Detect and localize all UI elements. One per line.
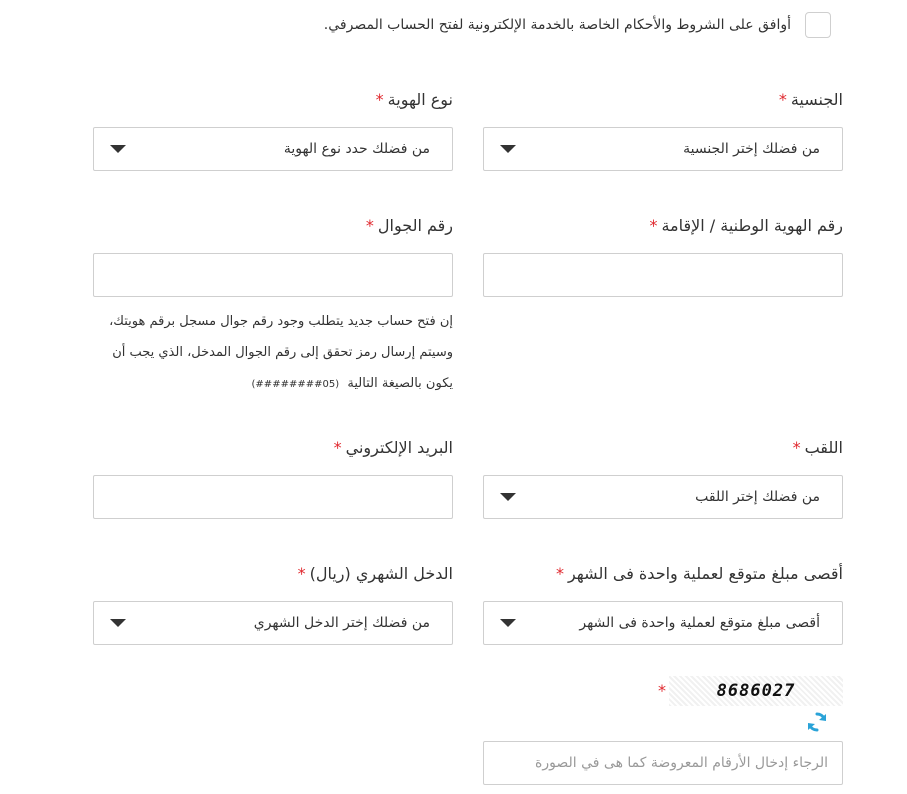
monthly-income-select[interactable]: من فضلك إختر الدخل الشهري <box>93 601 453 645</box>
chevron-down-icon <box>500 145 516 153</box>
nationality-label: الجنسية* <box>778 90 843 109</box>
title-label: اللقب* <box>792 438 843 457</box>
id-type-label: نوع الهوية* <box>375 90 453 109</box>
required-mark: * <box>375 90 384 109</box>
mobile-input[interactable] <box>93 253 453 297</box>
title-select-value: من فضلك إختر اللقب <box>695 489 820 505</box>
national-id-label: رقم الهوية الوطنية / الإقامة* <box>649 216 843 235</box>
chevron-down-icon <box>110 619 126 627</box>
required-mark: * <box>297 564 306 583</box>
max-transaction-select-value: أقصى مبلغ متوقع لعملية واحدة فى الشهر <box>579 615 820 631</box>
captcha-input[interactable]: الرجاء إدخال الأرقام المعروضة كما هى في … <box>483 741 843 785</box>
captcha-input-placeholder: الرجاء إدخال الأرقام المعروضة كما هى في … <box>535 755 828 771</box>
chevron-down-icon <box>110 145 126 153</box>
id-type-select[interactable]: من فضلك حدد نوع الهوية <box>93 127 453 171</box>
required-mark: * <box>792 438 801 457</box>
max-transaction-label: أقصى مبلغ متوقع لعملية واحدة فى الشهر* <box>555 564 843 583</box>
monthly-income-select-value: من فضلك إختر الدخل الشهري <box>253 615 430 631</box>
refresh-icon[interactable] <box>805 710 829 734</box>
monthly-income-label: الدخل الشهري (ريال)* <box>297 564 453 583</box>
title-select[interactable]: من فضلك إختر اللقب <box>483 475 843 519</box>
required-mark: * <box>555 564 564 583</box>
email-input[interactable] <box>93 475 453 519</box>
required-mark: * <box>658 681 666 700</box>
chevron-down-icon <box>500 619 516 627</box>
national-id-input[interactable] <box>483 253 843 297</box>
nationality-select[interactable]: من فضلك إختر الجنسية <box>483 127 843 171</box>
id-type-select-value: من فضلك حدد نوع الهوية <box>283 141 430 157</box>
max-transaction-select[interactable]: أقصى مبلغ متوقع لعملية واحدة فى الشهر <box>483 601 843 645</box>
required-mark: * <box>649 216 658 235</box>
captcha-code: 8686027 <box>716 681 796 701</box>
terms-row: أوافق على الشروط والأحكام الخاصة بالخدمة… <box>324 12 831 38</box>
mobile-help-text: إن فتح حساب جديد يتطلب وجود رقم جوال مسج… <box>109 314 453 391</box>
required-mark: * <box>333 438 342 457</box>
captcha-image: 8686027 <box>669 676 843 706</box>
chevron-down-icon <box>500 493 516 501</box>
email-label: البريد الإلكتروني* <box>333 438 453 457</box>
terms-checkbox[interactable] <box>805 12 831 38</box>
required-mark: * <box>365 216 374 235</box>
mobile-label: رقم الجوال* <box>365 216 453 235</box>
required-mark: * <box>778 90 787 109</box>
nationality-select-value: من فضلك إختر الجنسية <box>683 141 820 157</box>
terms-label: أوافق على الشروط والأحكام الخاصة بالخدمة… <box>323 17 791 33</box>
